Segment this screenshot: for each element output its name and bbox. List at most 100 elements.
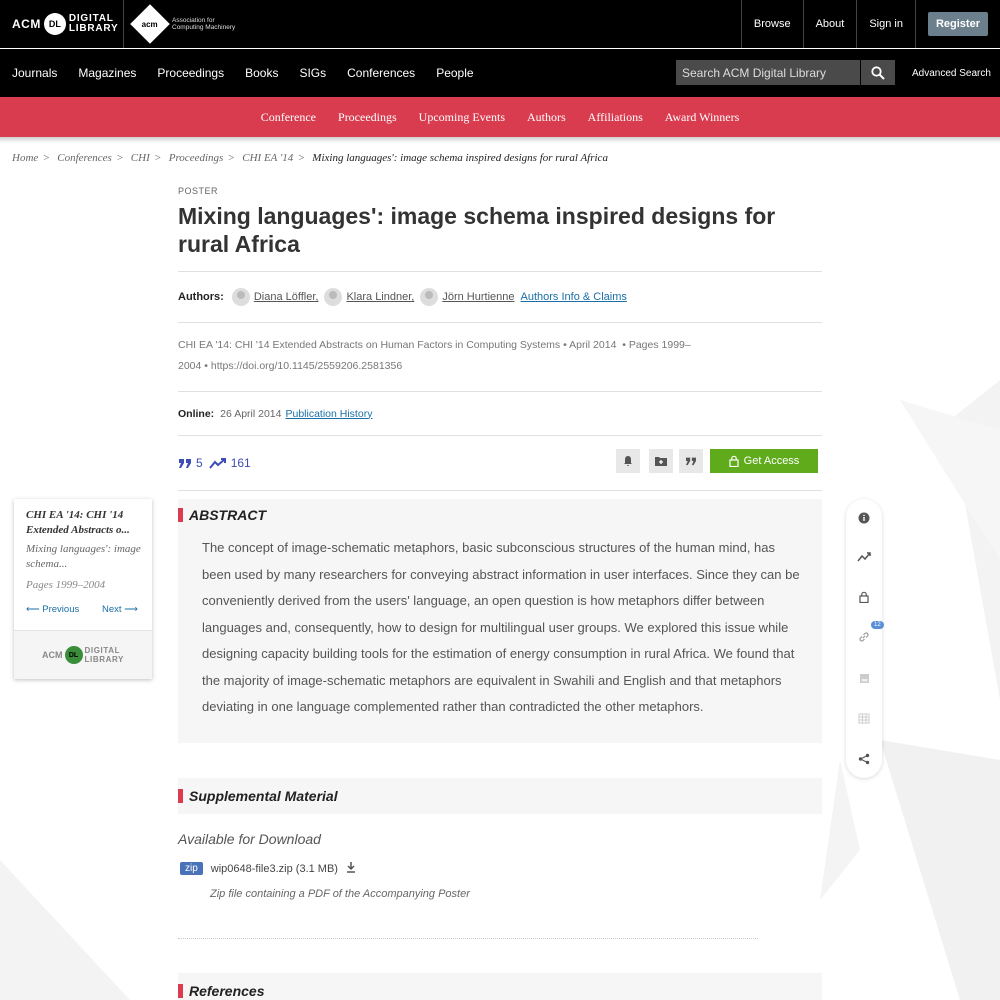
- conference-subnav: Conference Proceedings Upcoming Events A…: [0, 97, 1000, 137]
- venue-info: CHI EA '14: CHI '14 Extended Abstracts o…: [178, 339, 691, 372]
- acm-diamond-icon: acm: [130, 4, 170, 44]
- info-button[interactable]: [854, 508, 874, 528]
- author-link[interactable]: Klara Lindner,: [346, 291, 414, 303]
- search-button[interactable]: [861, 60, 895, 85]
- subnav-upcoming-events[interactable]: Upcoming Events: [419, 110, 505, 125]
- tables-button[interactable]: [854, 708, 874, 728]
- trend-icon: [857, 552, 871, 562]
- access-button[interactable]: [854, 587, 874, 607]
- supplemental-file: zip wip0648-file3.zip (3.1 MB): [180, 861, 356, 876]
- metrics-button[interactable]: [854, 547, 874, 567]
- file-name-link[interactable]: wip0648-file3.zip (3.1 MB): [211, 863, 338, 875]
- subnav-affiliations[interactable]: Affiliations: [588, 110, 643, 125]
- author-link[interactable]: Jörn Hurtienne: [442, 291, 514, 303]
- share-button[interactable]: [854, 749, 874, 769]
- subnav-award-winners[interactable]: Award Winners: [665, 110, 740, 125]
- image-icon: [859, 673, 869, 683]
- nav-conferences[interactable]: Conferences: [335, 66, 415, 80]
- subnav-shadow: [0, 137, 1000, 143]
- subnav-authors[interactable]: Authors: [527, 110, 566, 125]
- logo-line2: LIBRARY: [84, 655, 124, 664]
- search-input[interactable]: Search ACM Digital Library: [676, 60, 860, 85]
- abstract-text: The concept of image-schematic metaphors…: [202, 540, 800, 714]
- proceedings-title[interactable]: CHI EA '14: CHI '14 Extended Abstracts o…: [26, 508, 144, 538]
- alert-button[interactable]: [616, 449, 640, 473]
- online-label: Online:: [178, 407, 215, 420]
- links-button[interactable]: 12: [854, 621, 884, 647]
- breadcrumb-chi[interactable]: CHI: [131, 152, 150, 164]
- figures-button[interactable]: [854, 668, 874, 688]
- section-marker: [178, 508, 183, 522]
- get-access-label: Get Access: [743, 455, 800, 467]
- subnav-proceedings[interactable]: Proceedings: [338, 110, 397, 125]
- pages-line1: Pages 1999–: [628, 339, 691, 351]
- folder-add-icon: [655, 457, 667, 466]
- previous-link[interactable]: ⟵ Previous: [26, 604, 79, 615]
- breadcrumb-proceedings[interactable]: Proceedings: [169, 152, 224, 164]
- file-type-badge: zip: [180, 862, 203, 875]
- online-row: Online: 26 April 2014 Publication Histor…: [178, 392, 822, 435]
- download-button[interactable]: [346, 861, 356, 876]
- author-link[interactable]: Diana Löffler,: [254, 291, 319, 303]
- acm-mark: acm: [141, 19, 159, 29]
- previous-label: Previous: [42, 604, 80, 615]
- file-description: Zip file containing a PDF of the Accompa…: [210, 888, 470, 900]
- nav-journals[interactable]: Journals: [0, 66, 57, 80]
- cite-button[interactable]: [679, 449, 703, 473]
- article-tools-toolbar: 12: [846, 499, 884, 778]
- article-type: POSTER: [178, 186, 219, 196]
- breadcrumb-home[interactable]: Home: [12, 152, 38, 164]
- references-heading: References: [178, 973, 822, 1000]
- register-wrap: Register: [914, 0, 1000, 48]
- next-link[interactable]: Next ⟶: [102, 604, 138, 615]
- main-nav: Journals Magazines Proceedings Books SIG…: [0, 49, 1000, 97]
- citation-count[interactable]: 5: [178, 456, 203, 470]
- authors-label: Authors:: [178, 291, 224, 303]
- register-button[interactable]: Register: [927, 12, 988, 36]
- acm-dl-logo-small: ACM DL DIGITAL LIBRARY: [14, 630, 152, 679]
- abstract-heading: ABSTRACT: [178, 507, 266, 523]
- authors-info-link[interactable]: Authors Info & Claims: [521, 291, 627, 303]
- trend-icon: [208, 458, 226, 469]
- logo-dl-badge: DL: [64, 646, 83, 664]
- acm-logo[interactable]: acm Association for Computing Machinery: [124, 4, 235, 44]
- browse-link[interactable]: Browse: [740, 0, 803, 48]
- top-bar: ACM DL DIGITAL LIBRARY acm Association f…: [0, 0, 1000, 48]
- download-icon: [346, 862, 355, 873]
- nav-books[interactable]: Books: [233, 66, 278, 80]
- doi-link[interactable]: https://doi.org/10.1145/2559206.2581356: [211, 360, 402, 372]
- venue-name[interactable]: CHI EA '14: CHI '14 Extended Abstracts o…: [178, 339, 560, 351]
- advanced-search-link[interactable]: Advanced Search: [912, 68, 991, 79]
- get-access-button[interactable]: Get Access: [710, 449, 818, 473]
- supplemental-heading-row: Supplemental Material: [178, 788, 338, 804]
- proceedings-card: CHI EA '14: CHI '14 Extended Abstracts o…: [14, 499, 152, 679]
- subnav-conference[interactable]: Conference: [261, 110, 316, 125]
- breadcrumb: Home > Conferences > CHI > Proceedings > CHI…: [12, 152, 608, 164]
- about-link[interactable]: About: [802, 0, 857, 48]
- authors-row: Authors: Diana Löffler, Klara Lindner, J…: [178, 272, 822, 322]
- info-icon: [858, 512, 870, 524]
- top-links: Browse About Sign in Register: [740, 0, 1000, 48]
- acm-dl-logo[interactable]: ACM DL DIGITAL LIBRARY: [0, 0, 124, 48]
- add-to-binder-button[interactable]: [649, 449, 673, 473]
- abstract-section: ABSTRACT The concept of image-schematic …: [178, 499, 822, 743]
- sign-in-link[interactable]: Sign in: [856, 0, 915, 48]
- breadcrumb-conferences[interactable]: Conferences: [57, 152, 112, 164]
- references-heading-row: References: [178, 983, 265, 999]
- publication-history-link[interactable]: Publication History: [285, 408, 372, 420]
- nav-people[interactable]: People: [424, 66, 473, 80]
- supplemental-heading: Supplemental Material: [178, 778, 822, 814]
- citation-value: 5: [196, 456, 203, 470]
- breadcrumb-chi-ea-14[interactable]: CHI EA '14: [242, 152, 293, 164]
- quote-icon: [686, 457, 696, 466]
- share-icon: [858, 753, 870, 765]
- logo-library-text: DIGITAL LIBRARY: [69, 14, 119, 34]
- nav-sigs[interactable]: SIGs: [287, 66, 326, 80]
- nav-magazines[interactable]: Magazines: [66, 66, 136, 80]
- divider: [178, 490, 822, 491]
- download-value: 161: [230, 456, 251, 470]
- download-count[interactable]: 161: [208, 456, 251, 470]
- links-count-badge: 12: [871, 621, 884, 629]
- table-icon: [858, 713, 870, 723]
- nav-proceedings[interactable]: Proceedings: [145, 66, 224, 80]
